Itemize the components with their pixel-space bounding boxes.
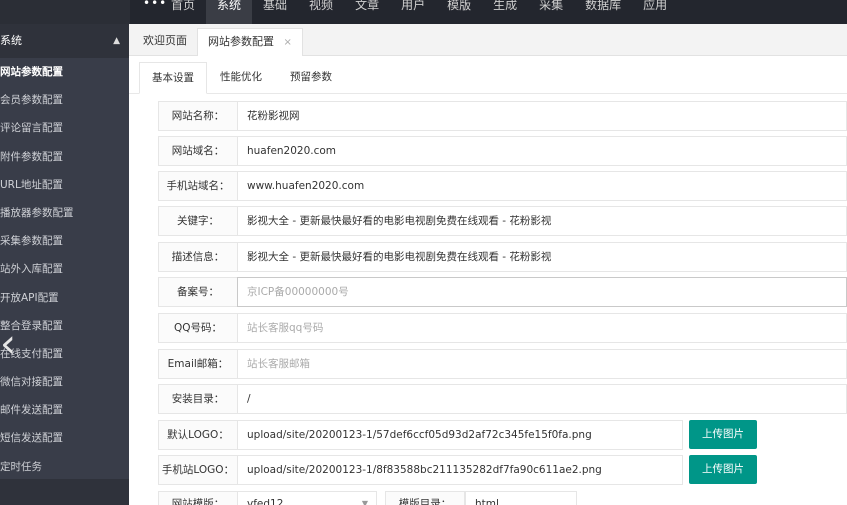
icp-input[interactable]: 京ICP备00000000号 xyxy=(237,277,847,307)
sidebar-item-comment-config[interactable]: 评论留言配置 xyxy=(0,114,129,142)
sidebar-item-import-config[interactable]: 站外入库配置 xyxy=(0,255,129,283)
sidebar-list: 网站参数配置 会员参数配置 评论留言配置 附件参数配置 URL地址配置 播放器参… xyxy=(0,58,129,481)
caret-up-icon: ▲ xyxy=(113,36,120,46)
sidebar-item-payment-config[interactable]: 在线支付配置 xyxy=(0,340,129,368)
tab-reserved-params[interactable]: 预留参数 xyxy=(281,62,341,94)
top-menu-user[interactable]: 用户 xyxy=(390,0,436,24)
install-dir-input[interactable]: / xyxy=(237,384,847,414)
qq-label: QQ号码： xyxy=(158,313,238,343)
tab-basic-settings[interactable]: 基本设置 xyxy=(139,62,207,94)
settings-tabs: 基本设置 性能优化 预留参数 xyxy=(129,56,847,94)
close-icon[interactable]: × xyxy=(284,37,292,48)
top-menu-system[interactable]: 系统 xyxy=(206,0,253,24)
email-input[interactable]: 站长客服邮箱 xyxy=(237,349,847,379)
top-menu: 首页 系统 基础 视频 文章 用户 模版 生成 采集 数据库 应用 xyxy=(160,0,678,24)
sidebar-item-email-config[interactable]: 邮件发送配置 xyxy=(0,396,129,424)
mobile-domain-label: 手机站域名： xyxy=(158,171,238,201)
keywords-label: 关键字： xyxy=(158,206,238,236)
mobile-logo-input[interactable]: upload/site/20200123-1/8f83588bc21113528… xyxy=(237,455,683,485)
tab-site-config[interactable]: 网站参数配置 × xyxy=(197,28,303,56)
sidebar-item-collect-config[interactable]: 采集参数配置 xyxy=(0,227,129,255)
site-name-label: 网站名称： xyxy=(158,101,238,131)
site-domain-label: 网站域名： xyxy=(158,136,238,166)
top-menu-article[interactable]: 文章 xyxy=(344,0,390,24)
template-label: 网站模版： xyxy=(158,491,238,505)
icp-label: 备案号： xyxy=(158,277,238,307)
sidebar: 系统 ▲ 网站参数配置 会员参数配置 评论留言配置 附件参数配置 URL地址配置… xyxy=(0,24,129,505)
email-label: Email邮箱： xyxy=(158,349,238,379)
tab-welcome[interactable]: 欢迎页面 xyxy=(133,28,197,56)
template-dir-label: 模版目录： xyxy=(385,491,465,505)
upload-mobile-logo-button[interactable]: 上传图片 xyxy=(689,455,757,484)
chevron-left-icon[interactable]: ‹ xyxy=(0,324,16,364)
top-menu-video[interactable]: 视频 xyxy=(298,0,344,24)
sidebar-item-api-config[interactable]: 开放API配置 xyxy=(0,284,129,312)
logo-input[interactable]: upload/site/20200123-1/57def6ccf05d93d2a… xyxy=(237,420,683,450)
sidebar-item-member-config[interactable]: 会员参数配置 xyxy=(0,86,129,114)
tab-site-config-label: 网站参数配置 xyxy=(208,35,274,48)
sidebar-item-site-config[interactable]: 网站参数配置 xyxy=(0,58,129,87)
sidebar-item-cron[interactable]: 定时任务 xyxy=(0,453,129,481)
logo-label: 默认LOGO： xyxy=(158,420,238,450)
sidebar-footer xyxy=(0,479,129,505)
mobile-logo-label: 手机站LOGO： xyxy=(158,455,238,485)
keywords-input[interactable]: 影视大全 - 更新最快最好看的电影电视剧免费在线观看 - 花粉影视 xyxy=(237,206,847,236)
template-select[interactable]: vfed12 ▼ xyxy=(237,491,377,505)
top-navbar: ••• 首页 系统 基础 视频 文章 用户 模版 生成 采集 数据库 应用 xyxy=(0,0,847,24)
tab-performance[interactable]: 性能优化 xyxy=(211,62,271,94)
install-dir-label: 安装目录： xyxy=(158,384,238,414)
caret-down-icon: ▼ xyxy=(361,499,368,505)
sidebar-item-wechat-config[interactable]: 微信对接配置 xyxy=(0,368,129,396)
sidebar-item-attachment-config[interactable]: 附件参数配置 xyxy=(0,143,129,171)
sidebar-item-player-config[interactable]: 播放器参数配置 xyxy=(0,199,129,227)
sidebar-group-system[interactable]: 系统 ▲ xyxy=(0,24,129,58)
page-tabs: 欢迎页面 网站参数配置 × xyxy=(129,24,847,56)
top-menu-template[interactable]: 模版 xyxy=(436,0,482,24)
template-select-value: vfed12 xyxy=(247,498,284,505)
site-domain-input[interactable]: huafen2020.com xyxy=(237,136,847,166)
tab-welcome-label: 欢迎页面 xyxy=(143,34,187,47)
qq-input[interactable]: 站长客服qq号码 xyxy=(237,313,847,343)
top-menu-generate[interactable]: 生成 xyxy=(482,0,528,24)
top-menu-home[interactable]: 首页 xyxy=(160,0,206,24)
top-menu-collect[interactable]: 采集 xyxy=(528,0,574,24)
sidebar-item-sms-config[interactable]: 短信发送配置 xyxy=(0,424,129,452)
top-menu-database[interactable]: 数据库 xyxy=(574,0,632,24)
site-name-input[interactable]: 花粉影视网 xyxy=(237,101,847,131)
sidebar-group-label: 系统 xyxy=(0,34,22,47)
description-input[interactable]: 影视大全 - 更新最快最好看的电影电视剧免费在线观看 - 花粉影视 xyxy=(237,242,847,272)
sidebar-item-login-config[interactable]: 整合登录配置 xyxy=(0,312,129,340)
description-label: 描述信息： xyxy=(158,242,238,272)
top-menu-basic[interactable]: 基础 xyxy=(252,0,298,24)
template-dir-input[interactable]: html xyxy=(465,491,577,505)
mobile-domain-input[interactable]: www.huafen2020.com xyxy=(237,171,847,201)
sidebar-item-url-config[interactable]: URL地址配置 xyxy=(0,171,129,199)
top-navbar-logo-area xyxy=(0,0,130,24)
upload-logo-button[interactable]: 上传图片 xyxy=(689,420,757,449)
top-menu-apps[interactable]: 应用 xyxy=(632,0,678,24)
